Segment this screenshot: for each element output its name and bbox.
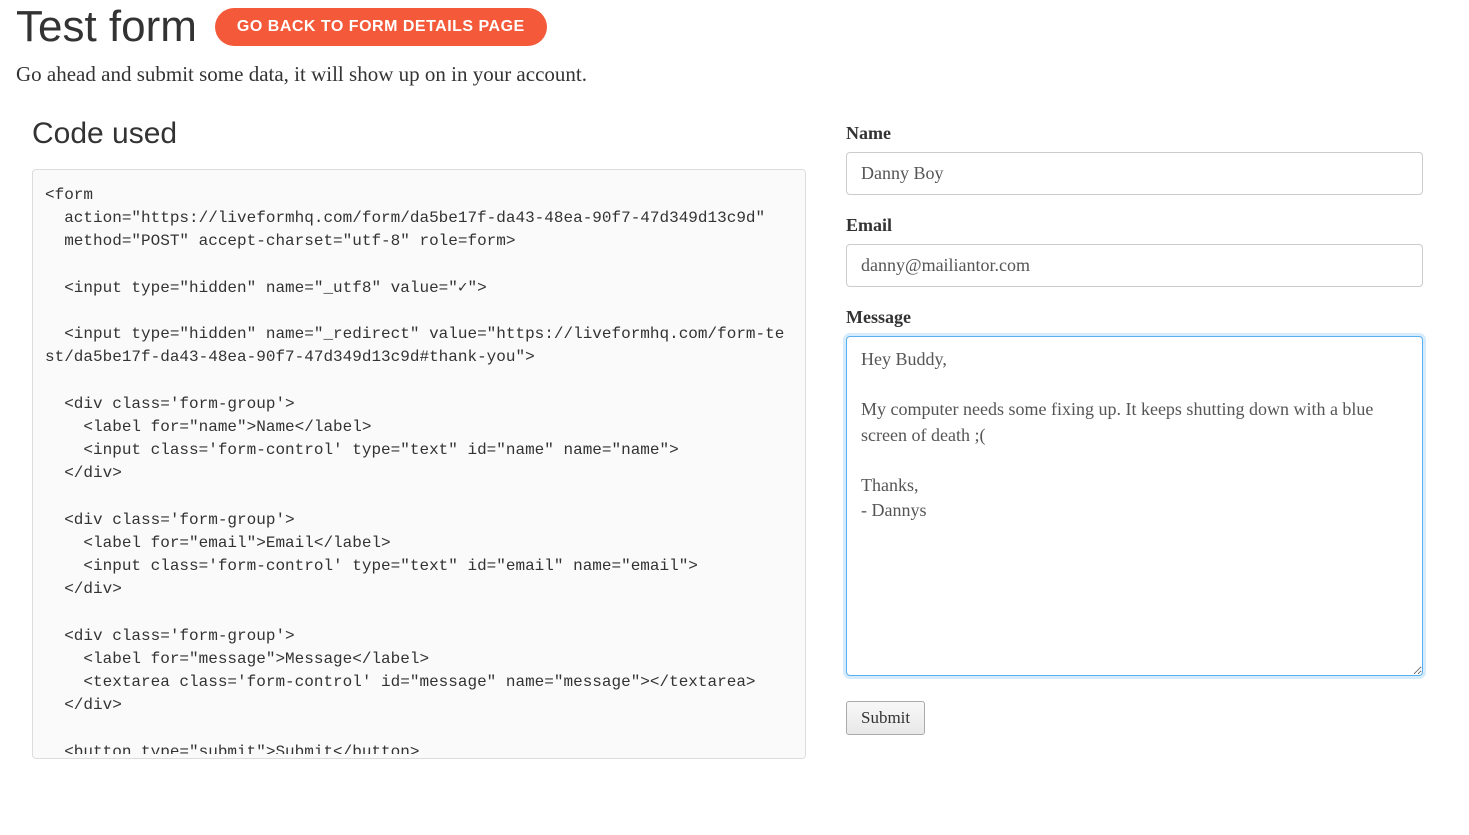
go-back-button[interactable]: GO BACK TO FORM DETAILS PAGE xyxy=(215,8,547,46)
page-subtitle: Go ahead and submit some data, it will s… xyxy=(16,62,1453,87)
email-input[interactable] xyxy=(846,244,1423,287)
name-input[interactable] xyxy=(846,152,1423,195)
submit-button[interactable]: Submit xyxy=(846,701,925,735)
code-used-heading: Code used xyxy=(32,117,806,151)
page-title: Test form xyxy=(16,2,197,52)
code-content[interactable]: <form action="https://liveformhq.com/for… xyxy=(37,174,801,754)
code-block: <form action="https://liveformhq.com/for… xyxy=(32,169,806,759)
message-textarea[interactable] xyxy=(846,336,1423,676)
message-label: Message xyxy=(846,307,1423,328)
email-label: Email xyxy=(846,215,1423,236)
name-label: Name xyxy=(846,123,1423,144)
